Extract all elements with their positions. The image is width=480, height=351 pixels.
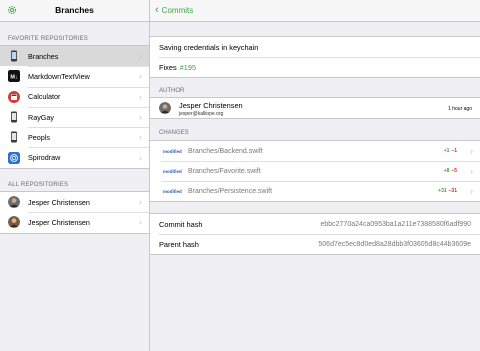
chevron-right-icon: › (139, 197, 142, 208)
chevron-right-icon: › (139, 91, 142, 102)
back-button[interactable]: ‹ Commits (155, 4, 193, 16)
sidebar: Branches FAVORITE REPOSITORIES Branches … (0, 0, 150, 351)
avatar (8, 196, 20, 209)
commit-detail: ‹ Commits Saving credentials in keychain… (150, 0, 480, 351)
author-name: Jesper Christensen (179, 101, 243, 110)
sidebar-item-label: MarkdownTextView (28, 71, 90, 81)
phone-icon (11, 131, 17, 143)
sidebar-item-markdowntextview[interactable]: M↓ MarkdownTextView › (0, 66, 149, 86)
sidebar-item-peopls[interactable]: Peopls › (0, 127, 149, 147)
commit-message-line: Saving credentials in keychain (150, 37, 480, 57)
changes-list: modified Branches/Backend.swift +1 –1 › … (150, 140, 480, 202)
change-file-path: Branches/Favorite.swift (188, 167, 261, 175)
chevron-right-icon: › (139, 112, 142, 123)
chevron-right-icon: › (139, 132, 142, 143)
chevron-right-icon: › (470, 146, 473, 156)
markdown-icon: M↓ (8, 70, 20, 83)
svg-text:M↓: M↓ (10, 75, 18, 81)
change-row[interactable]: modified Branches/Favorite.swift +8 –5 › (150, 161, 480, 181)
parent-hash-label: Parent hash (159, 239, 199, 249)
phone-icon (11, 111, 17, 123)
all-repos-section-header: ALL REPOSITORIES (8, 182, 69, 188)
commit-message: Saving credentials in keychain Fixes #19… (150, 36, 480, 78)
all-repos-list: Jesper Christensen › Jesper Christensen … (0, 191, 149, 234)
spiro-icon (8, 151, 20, 164)
hash-list: Commit hash ebbc2770a24ca0953ba1a211e738… (150, 213, 480, 255)
author-row: Jesper Christensen jesper@kalliope.org 1… (150, 97, 480, 119)
sidebar-item-label: Jesper Christensen (28, 197, 90, 207)
chevron-right-icon: › (470, 186, 473, 196)
commit-hash-row[interactable]: Commit hash ebbc2770a24ca0953ba1a211e738… (150, 214, 480, 234)
sidebar-item-label: Jesper Christensen (28, 217, 90, 227)
sidebar-item-label: Peopls (28, 132, 50, 142)
deletions-count: –31 (448, 188, 457, 194)
change-status-badge: modified (163, 188, 182, 194)
commit-message-fixes: Fixes (159, 62, 177, 72)
favorites-list: Branches › M↓ MarkdownTextView › Calcula… (0, 45, 149, 169)
sidebar-title: Branches (55, 5, 94, 15)
sidebar-item-label: Spirodraw (28, 153, 61, 163)
sidebar-item-label: Calculator (28, 92, 61, 102)
issue-link[interactable]: #195 (180, 63, 196, 72)
additions-count: +1 (443, 148, 450, 154)
deletions-count: –1 (451, 148, 457, 154)
sidebar-item-label: Branches (28, 51, 59, 61)
change-row[interactable]: modified Branches/Persistence.swift +31 … (150, 181, 480, 201)
sidebar-item-raygay[interactable]: RayGay › (0, 106, 149, 127)
commit-hash-value: ebbc2770a24ca0953ba1a211e7388580f6adf990 (320, 220, 471, 228)
deletions-count: –5 (451, 168, 457, 174)
avatar (159, 102, 171, 114)
sidebar-item-account[interactable]: Jesper Christensen › (0, 192, 149, 212)
change-status-badge: modified (163, 168, 182, 174)
change-row[interactable]: modified Branches/Backend.swift +1 –1 › (150, 141, 480, 161)
commit-message-line: Fixes #195 (150, 57, 480, 77)
additions-count: +8 (443, 168, 450, 174)
parent-hash-row[interactable]: Parent hash 506d7ec5ec8d0ed8a28dbb3f0360… (150, 234, 480, 254)
phone-icon (11, 50, 17, 62)
additions-count: +31 (438, 188, 447, 194)
author-email: jesper@kalliope.org (179, 110, 224, 117)
chevron-right-icon: › (139, 217, 142, 228)
chevron-right-icon: › (139, 71, 142, 82)
sidebar-item-label: RayGay (28, 112, 54, 122)
sidebar-item-spirodraw[interactable]: Spirodraw › (0, 147, 149, 167)
change-status-badge: modified (163, 148, 182, 154)
favorites-section-header: FAVORITE REPOSITORIES (8, 36, 88, 42)
chevron-right-icon: › (470, 166, 473, 176)
author-section-header: AUTHOR (159, 88, 185, 94)
change-file-path: Branches/Backend.swift (188, 147, 263, 155)
commit-timestamp: 1 hour ago (448, 106, 472, 112)
back-button-label: Commits (161, 5, 194, 15)
commit-hash-label: Commit hash (159, 219, 203, 229)
sidebar-item-branches[interactable]: Branches › (0, 46, 149, 67)
chevron-right-icon: › (139, 152, 142, 163)
detail-nav-bar: ‹ Commits (150, 0, 480, 22)
chevron-right-icon: › (139, 51, 142, 62)
avatar (8, 216, 20, 229)
chevron-left-icon: ‹ (155, 4, 159, 16)
sidebar-nav-bar: Branches (0, 0, 149, 22)
change-file-path: Branches/Persistence.swift (188, 187, 273, 195)
changes-section-header: CHANGES (159, 130, 189, 136)
sidebar-item-calculator[interactable]: Calculator › (0, 86, 149, 107)
commit-message-text: Saving credentials in keychain (159, 42, 259, 52)
parent-hash-value: 506d7ec5ec8d0ed8a28dbb3f03605d8c44b3609e (318, 240, 471, 248)
calculator-icon (8, 90, 20, 103)
sidebar-item-account[interactable]: Jesper Christensen › (0, 212, 149, 232)
